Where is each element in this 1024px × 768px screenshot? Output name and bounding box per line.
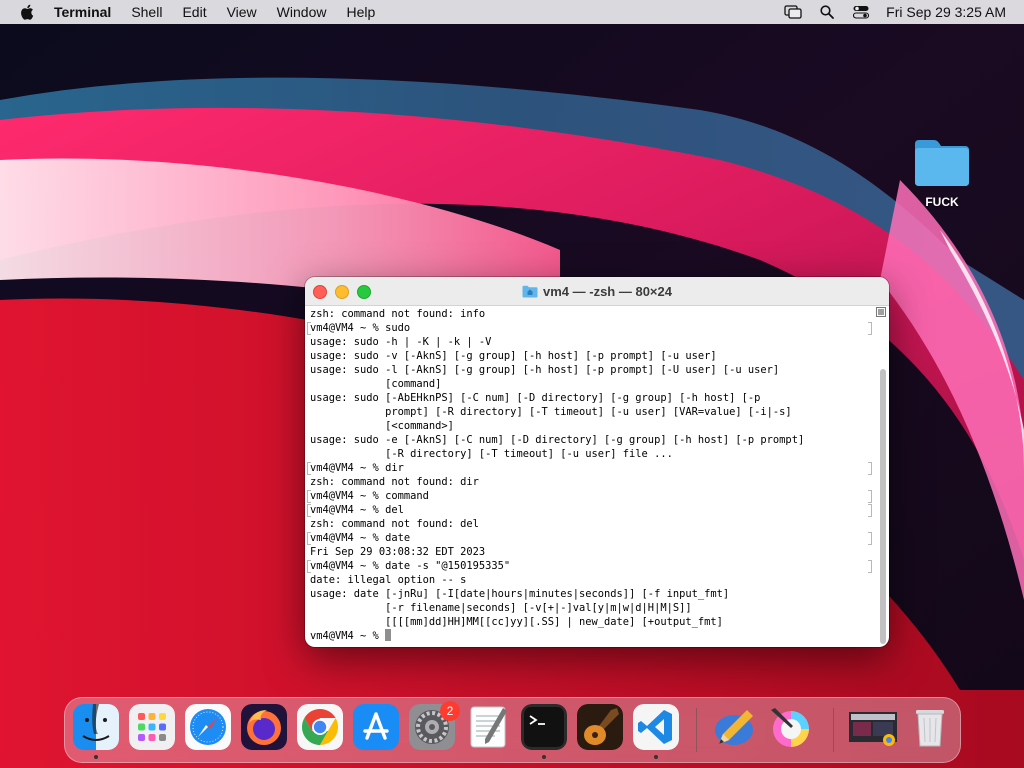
- terminal-output[interactable]: zsh: command not found: info vm4@VM4 ~ % …: [305, 306, 877, 647]
- minimize-button[interactable]: [335, 285, 349, 299]
- folder-icon: [915, 140, 969, 186]
- recent-document-icon[interactable]: [847, 704, 899, 750]
- apple-menu-icon[interactable]: [20, 4, 34, 20]
- settings-badge: 2: [440, 701, 460, 721]
- terminal-title: vm4 — -zsh — 80×24: [543, 283, 672, 299]
- terminal-output-line: zsh: command not found: del: [310, 518, 479, 530]
- terminal-output-line: prompt] [-R directory] [-T timeout] [-u …: [310, 406, 792, 418]
- terminal-output-line: [-R directory] [-T timeout] [-u user] fi…: [310, 448, 673, 460]
- pencil-app-icon[interactable]: [711, 704, 757, 750]
- terminal-output-line: zsh: command not found: info: [310, 308, 486, 320]
- control-center-icon[interactable]: [852, 4, 870, 20]
- terminal-output-line: usage: sudo -v [-AknS] [-g group] [-h ho…: [310, 350, 717, 362]
- terminal-prompt-line: vm4@VM4 ~ % del: [307, 503, 872, 517]
- terminal-scrollbar[interactable]: [879, 319, 887, 644]
- terminal-output-line: usage: sudo -h | -K | -k | -V: [310, 336, 492, 348]
- terminal-prompt-line: vm4@VM4 ~ % command: [307, 489, 872, 503]
- vscode-icon[interactable]: [633, 704, 679, 750]
- terminal-window[interactable]: vm4 — -zsh — 80×24 zsh: command not foun…: [305, 277, 889, 647]
- terminal-output-line: usage: sudo [-AbEHknPS] [-C num] [-D dir…: [310, 392, 761, 404]
- terminal-output-line: [<command>]: [310, 420, 454, 432]
- terminal-output-line: usage: date [-jnRu] [-I[date|hours|minut…: [310, 588, 730, 600]
- finder-running-dot: [94, 755, 98, 759]
- terminal-current-prompt[interactable]: vm4@VM4 ~ %: [310, 629, 872, 643]
- marks-menu-icon[interactable]: [876, 307, 886, 317]
- menu-app-terminal[interactable]: Terminal: [52, 0, 121, 24]
- terminal-output-line: usage: sudo -e [-AknS] [-C num] [-D dire…: [310, 434, 805, 446]
- text-cursor: [385, 629, 392, 641]
- vscode-running-dot: [654, 755, 658, 759]
- screen-mirroring-icon[interactable]: [784, 4, 802, 20]
- desktop-folder-label: FUCK: [925, 195, 959, 209]
- textedit-icon[interactable]: [465, 704, 511, 750]
- dock-separator-2: [833, 708, 834, 752]
- terminal-output-line: [[[[mm]dd]HH]MM[[cc]yy][.SS] | new_date]…: [310, 616, 723, 628]
- terminal-app-icon[interactable]: [521, 704, 567, 750]
- menu-shell[interactable]: Shell: [121, 0, 172, 24]
- terminal-running-dot: [542, 755, 546, 759]
- terminal-output-line: date: illegal option -- s: [310, 574, 467, 586]
- menu-help[interactable]: Help: [336, 0, 385, 24]
- close-button[interactable]: [313, 285, 327, 299]
- terminal-output-line: [command]: [310, 378, 442, 390]
- firefox-icon[interactable]: [241, 704, 287, 750]
- dock-separator: [696, 708, 697, 752]
- finder-icon[interactable]: [73, 704, 119, 750]
- terminal-prompt-line: vm4@VM4 ~ % date -s "@150195335": [307, 559, 872, 573]
- color-picker-icon[interactable]: [767, 704, 813, 750]
- safari-icon[interactable]: [185, 704, 231, 750]
- current-prompt-text: vm4@VM4 ~ %: [310, 630, 386, 642]
- menu-window[interactable]: Window: [267, 0, 337, 24]
- terminal-prompt-line: vm4@VM4 ~ % date: [307, 531, 872, 545]
- app-store-icon[interactable]: [353, 704, 399, 750]
- chrome-icon[interactable]: [297, 704, 343, 750]
- terminal-output-line: [-r filename|seconds] [-v[+|-]val[y|m|w|…: [310, 602, 692, 614]
- terminal-output-line: usage: sudo -l [-AknS] [-g group] [-h ho…: [310, 364, 780, 376]
- home-folder-icon: [522, 285, 538, 297]
- terminal-prompt-line: vm4@VM4 ~ % dir: [307, 461, 872, 475]
- desktop-folder[interactable]: FUCK: [906, 136, 978, 209]
- zoom-button[interactable]: [357, 285, 371, 299]
- terminal-prompt-line: vm4@VM4 ~ % sudo: [307, 321, 872, 335]
- trash-icon[interactable]: [907, 704, 953, 750]
- garageband-icon[interactable]: [577, 704, 623, 750]
- menu-bar: Terminal Shell Edit View Window Help Fri…: [0, 0, 1024, 24]
- terminal-titlebar[interactable]: vm4 — -zsh — 80×24: [305, 277, 889, 306]
- scroll-thumb[interactable]: [880, 369, 886, 644]
- launchpad-icon[interactable]: [129, 704, 175, 750]
- menu-view[interactable]: View: [217, 0, 267, 24]
- terminal-output-line: zsh: command not found: dir: [310, 476, 479, 488]
- menubar-clock[interactable]: Fri Sep 29 3:25 AM: [886, 4, 1006, 20]
- menu-edit[interactable]: Edit: [172, 0, 216, 24]
- spotlight-search-icon[interactable]: [818, 4, 836, 20]
- terminal-output-line: Fri Sep 29 03:08:32 EDT 2023: [310, 546, 486, 558]
- dock: [64, 697, 961, 763]
